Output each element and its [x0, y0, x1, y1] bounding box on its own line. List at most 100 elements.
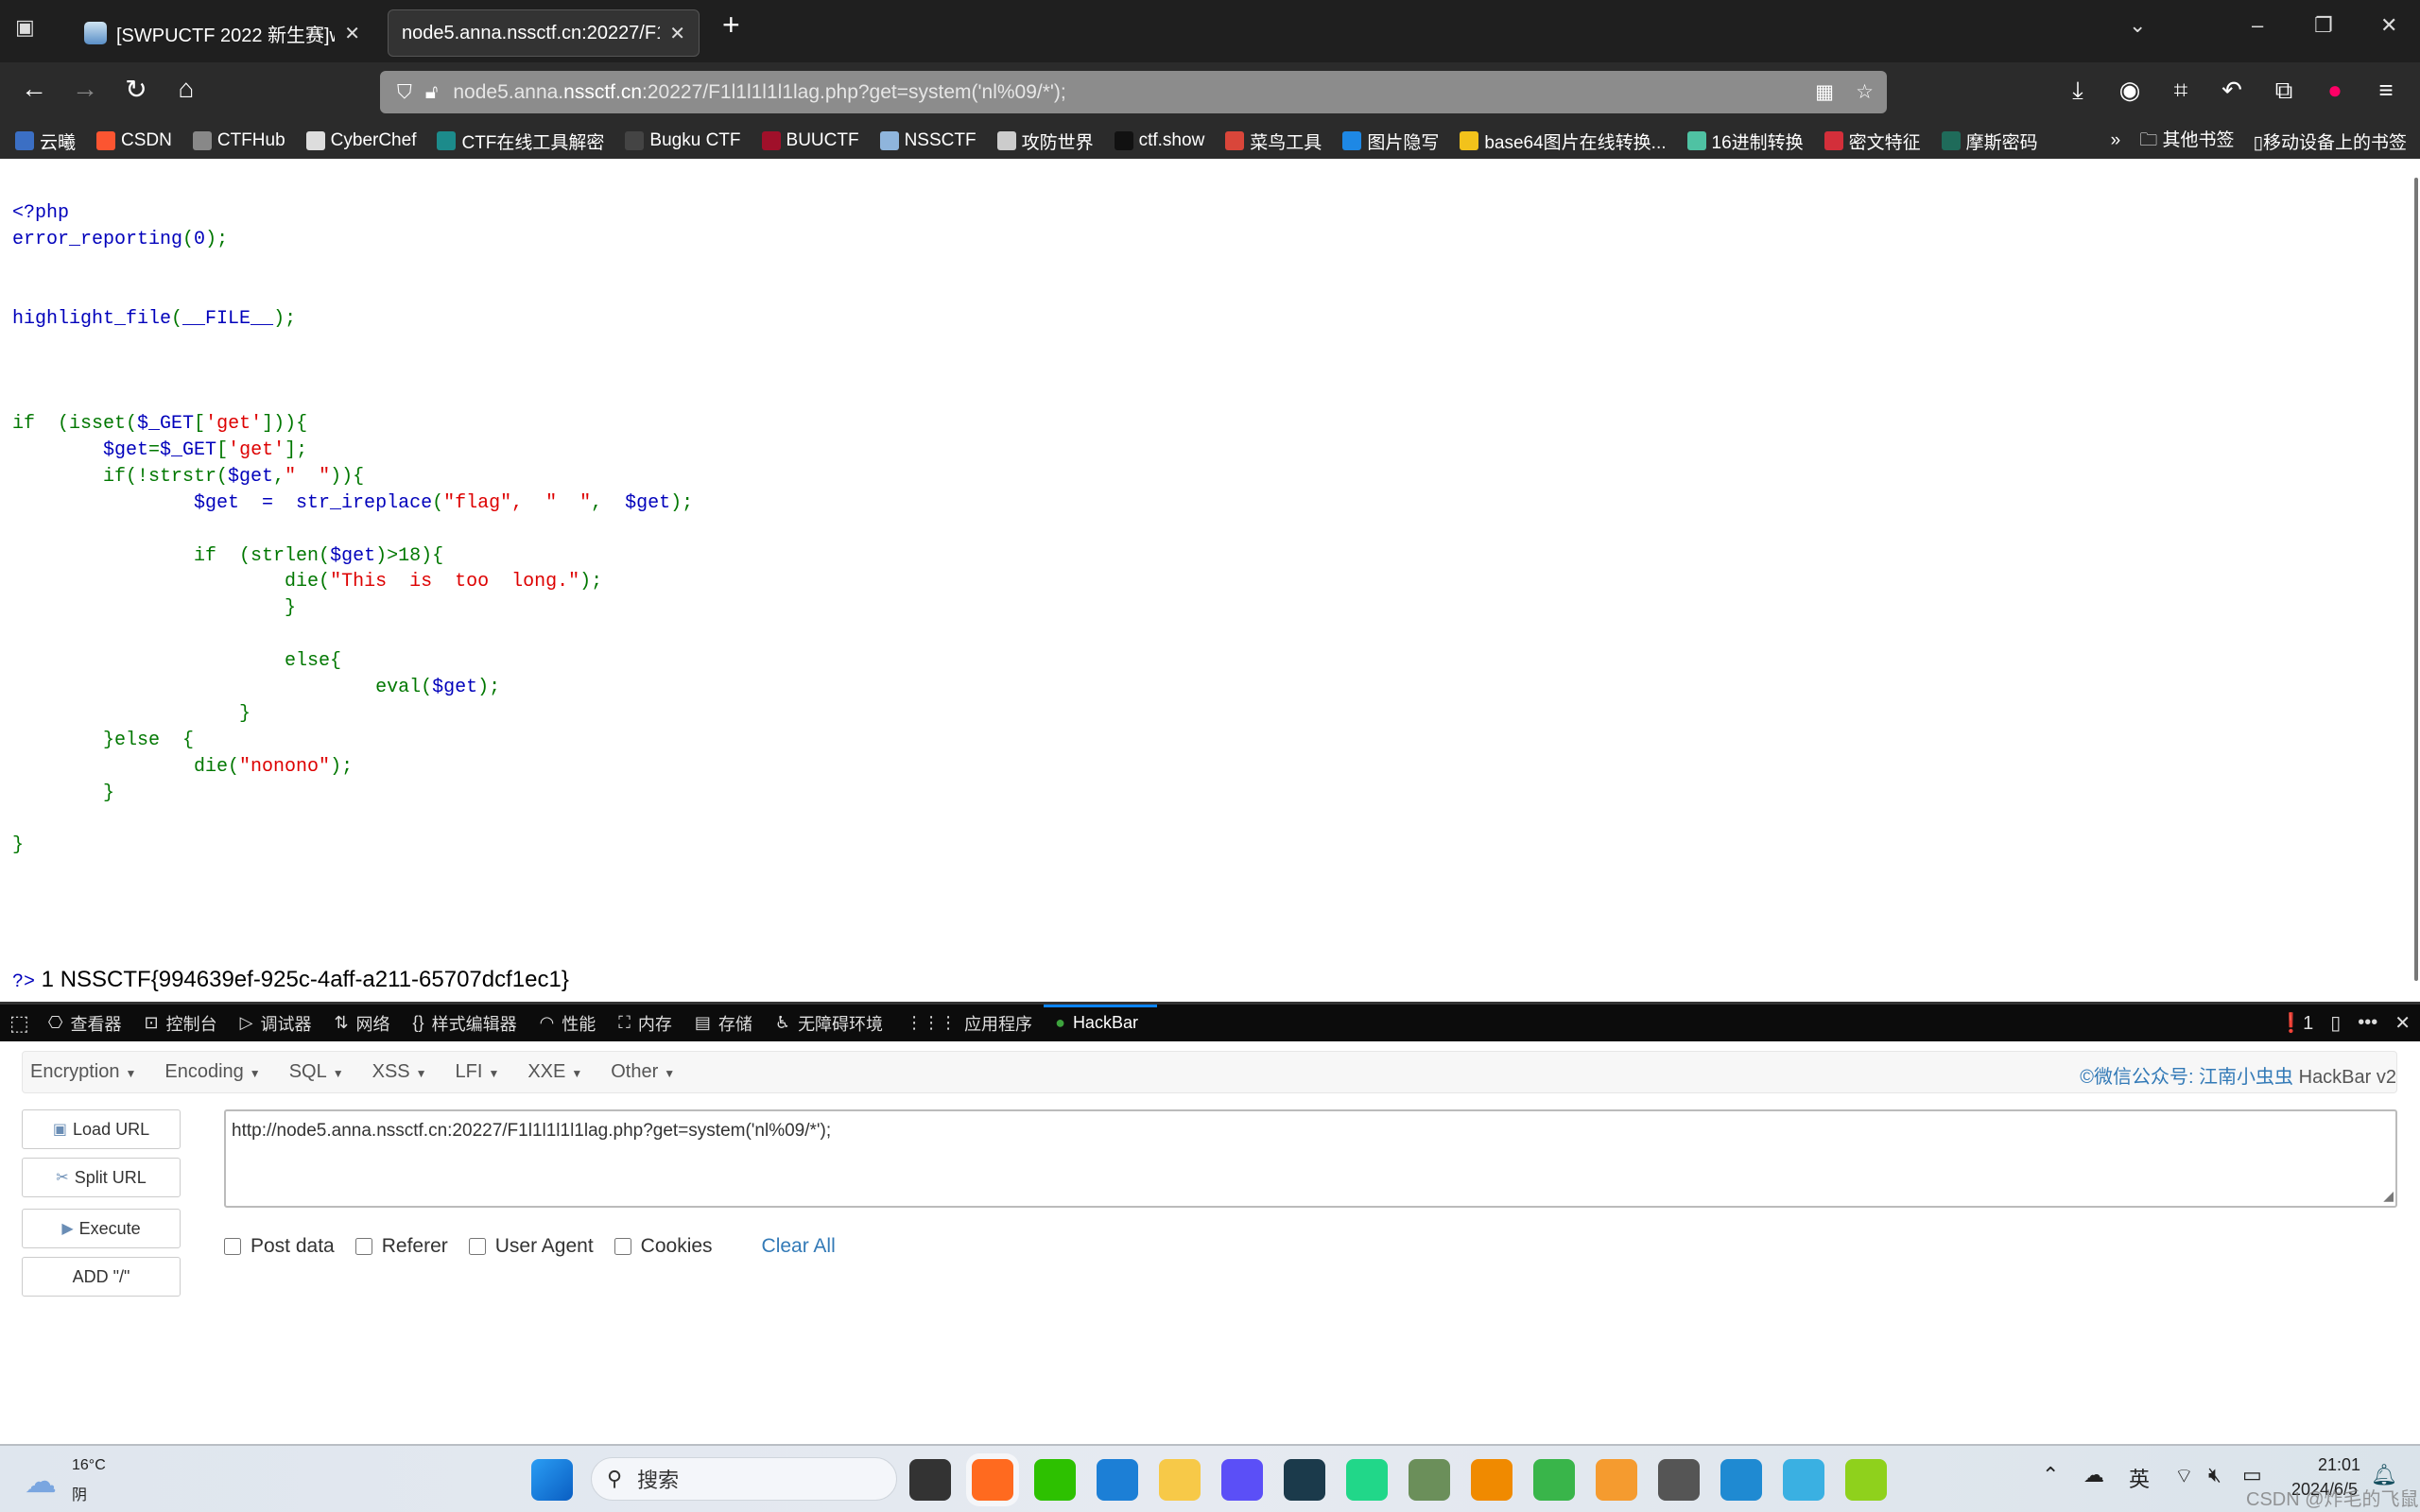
- app-sublime-icon[interactable]: [1596, 1459, 1637, 1501]
- weather-desc[interactable]: 阴: [72, 1482, 87, 1504]
- bookmark-item[interactable]: BUUCTF: [761, 130, 859, 151]
- devtools-tab[interactable]: ♿ 无障碍环境: [775, 1005, 883, 1041]
- load-url-button[interactable]: ▣ Load URL: [22, 1109, 181, 1149]
- extension-badge-icon[interactable]: ●: [2316, 76, 2354, 105]
- bookmark-star-icon[interactable]: ☆: [1856, 80, 1874, 104]
- url-bar[interactable]: ⛉ 🔓︎ node5.anna. nssctf.cn:20227/F1l1l1l1…: [380, 71, 1887, 113]
- tab-close-icon[interactable]: ✕: [344, 22, 360, 45]
- post-data-checkbox[interactable]: Post data: [224, 1235, 335, 1258]
- resize-grip-icon[interactable]: ◢: [2383, 1188, 2394, 1204]
- bookmark-item[interactable]: 16进制转换: [1686, 129, 1804, 154]
- app-green-ring-icon[interactable]: [1533, 1459, 1575, 1501]
- referer-checkbox[interactable]: Referer: [354, 1235, 448, 1258]
- other-bookmarks[interactable]: 🗀︎ 其他书签: [2139, 126, 2234, 157]
- muted-volume-icon[interactable]: 🔇︎: [2208, 1463, 2221, 1487]
- qr-code-icon[interactable]: ▦: [1815, 80, 1834, 104]
- tab-overview-icon[interactable]: ▣: [15, 15, 35, 40]
- hackbar-menu-lfi[interactable]: LFI ▼: [456, 1061, 500, 1083]
- devtools-tab[interactable]: ▤ 存储: [695, 1005, 752, 1041]
- undo-icon[interactable]: ↶: [2213, 76, 2251, 105]
- bookmark-item[interactable]: 摩斯密码: [1941, 129, 2038, 154]
- app-purple-icon[interactable]: [1221, 1459, 1263, 1501]
- split-url-button[interactable]: ✂ Split URL: [22, 1158, 181, 1197]
- notepad-icon[interactable]: [1783, 1459, 1824, 1501]
- clock-time[interactable]: 21:01: [2318, 1455, 2360, 1475]
- edge-icon[interactable]: [1097, 1459, 1138, 1501]
- devtools-tab[interactable]: ⊡ 控制台: [145, 1005, 217, 1041]
- hackbar-menu-sql[interactable]: SQL ▼: [289, 1061, 344, 1083]
- shield-icon[interactable]: ⛉: [397, 81, 412, 104]
- devtools-tab[interactable]: ⇅ 网络: [334, 1005, 389, 1041]
- show-hidden-icons[interactable]: ⌃: [2042, 1463, 2059, 1487]
- cookies-checkbox[interactable]: Cookies: [614, 1235, 713, 1258]
- more-options-icon[interactable]: •••: [2358, 1012, 2377, 1034]
- add-slash-button[interactable]: ADD "/": [22, 1257, 181, 1297]
- responsive-design-icon[interactable]: ▯: [2330, 1011, 2341, 1035]
- bookmark-item[interactable]: CTFHub: [192, 130, 285, 151]
- bookmark-item[interactable]: Bugku CTF: [625, 130, 741, 151]
- bookmark-item[interactable]: 菜鸟工具: [1225, 129, 1322, 154]
- bookmark-item[interactable]: base64图片在线转换...: [1460, 129, 1667, 154]
- hackbar-url-value[interactable]: http://node5.anna.nssctf.cn:20227/F1l1l1…: [232, 1121, 831, 1141]
- new-tab-button[interactable]: +: [722, 8, 740, 43]
- task-view-icon[interactable]: [909, 1459, 951, 1501]
- download-icon[interactable]: ⤓: [2059, 76, 2097, 106]
- extensions-icon[interactable]: ⧉: [2265, 76, 2303, 106]
- forward-button[interactable]: →: [66, 74, 104, 104]
- checkbox[interactable]: [354, 1237, 372, 1256]
- wifi-icon[interactable]: ⌔: [2174, 1463, 2194, 1489]
- menu-icon[interactable]: ≡: [2367, 76, 2405, 105]
- checkbox[interactable]: [224, 1237, 241, 1256]
- page-scrollbar[interactable]: [2414, 178, 2418, 981]
- weather-temp[interactable]: 16°C: [72, 1457, 106, 1474]
- bookmark-item[interactable]: 云曦: [15, 129, 76, 154]
- error-count[interactable]: ❗1: [2279, 1011, 2313, 1035]
- element-picker-icon[interactable]: ⬚: [9, 1005, 29, 1041]
- bookmarks-overflow-button[interactable]: »: [2111, 130, 2121, 151]
- tab-close-icon[interactable]: ✕: [669, 22, 685, 45]
- bookmark-item[interactable]: ctf.show: [1114, 130, 1204, 151]
- bookmark-item[interactable]: CSDN: [96, 130, 172, 151]
- hackbar-menu-other[interactable]: Other ▼: [611, 1061, 675, 1083]
- hackbar-url-input[interactable]: http://node5.anna.nssctf.cn:20227/F1l1l1…: [224, 1109, 2397, 1208]
- close-devtools-icon[interactable]: ✕: [2394, 1011, 2411, 1035]
- vscode-icon[interactable]: [1720, 1459, 1762, 1501]
- minimize-button[interactable]: –: [2252, 13, 2263, 38]
- app-lime-icon[interactable]: [1845, 1459, 1887, 1501]
- hackbar-brand-link[interactable]: ©微信公众号: 江南小虫虫: [2080, 1067, 2293, 1088]
- checkbox[interactable]: [468, 1237, 486, 1256]
- reload-button[interactable]: ↻: [117, 74, 155, 105]
- insecure-lock-icon[interactable]: 🔓︎: [425, 81, 439, 104]
- crop-icon[interactable]: ⌗: [2162, 76, 2200, 106]
- onedrive-icon[interactable]: ☁: [2083, 1463, 2104, 1487]
- hackbar-menu-encoding[interactable]: Encoding ▼: [164, 1061, 260, 1083]
- execute-button[interactable]: ▶ Execute: [22, 1209, 181, 1248]
- mobile-bookmarks[interactable]: ▯移动设备上的书签: [2254, 129, 2407, 154]
- bookmark-item[interactable]: 攻防世界: [996, 129, 1094, 154]
- wechat-icon[interactable]: [1034, 1459, 1076, 1501]
- pycharm-icon[interactable]: [1346, 1459, 1388, 1501]
- weather-cloud-icon[interactable]: ☁: [25, 1463, 57, 1501]
- user-agent-checkbox[interactable]: User Agent: [468, 1235, 594, 1258]
- devtools-tab[interactable]: ⎔ 查看器: [48, 1005, 122, 1041]
- tab-swpuctf[interactable]: [SWPUCTF 2022 新生赛]webdog ✕: [71, 9, 373, 57]
- app-gear-icon[interactable]: [1284, 1459, 1325, 1501]
- app-terminal-icon[interactable]: [1658, 1459, 1700, 1501]
- firefox-icon[interactable]: [972, 1459, 1013, 1501]
- windows-start-icon[interactable]: [531, 1459, 573, 1501]
- devtools-tab[interactable]: ⛶ 内存: [618, 1005, 672, 1041]
- app-plant-icon[interactable]: [1409, 1459, 1450, 1501]
- bookmark-item[interactable]: 密文特征: [1824, 129, 1921, 154]
- devtools-tab[interactable]: ◠ 性能: [540, 1005, 596, 1041]
- devtools-tab[interactable]: ⋮⋮⋮ 应用程序: [906, 1005, 1032, 1041]
- tab-active-node5[interactable]: node5.anna.nssctf.cn:20227/F1l1l1l1l1lag…: [388, 9, 700, 57]
- restore-button[interactable]: ❐: [2314, 13, 2333, 38]
- devtools-tab[interactable]: ▷ 调试器: [240, 1005, 312, 1041]
- hackbar-menu-encryption[interactable]: Encryption ▼: [30, 1061, 136, 1083]
- bookmark-item[interactable]: 图片隐写: [1342, 129, 1439, 154]
- checkbox[interactable]: [614, 1237, 631, 1256]
- bookmark-item[interactable]: CyberChef: [305, 130, 416, 151]
- bookmark-item[interactable]: CTF在线工具解密: [437, 129, 604, 154]
- back-button[interactable]: ←: [15, 74, 53, 104]
- hackbar-menu-xss[interactable]: XSS ▼: [372, 1061, 427, 1083]
